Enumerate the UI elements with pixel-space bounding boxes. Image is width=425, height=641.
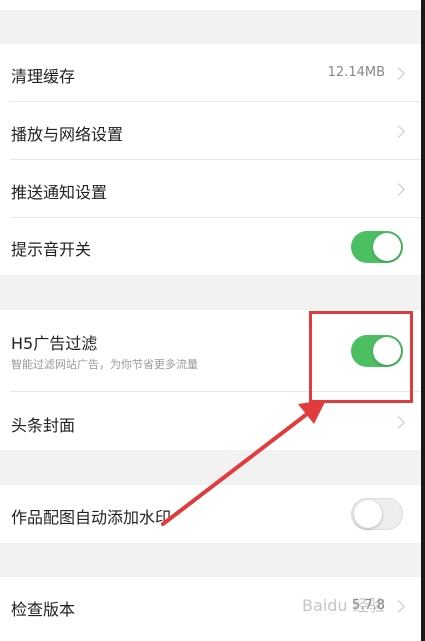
check-version-label: 检查版本 xyxy=(11,600,76,619)
push-notifications-label: 推送通知设置 xyxy=(11,183,108,202)
watermark-toggle-row: 作品配图自动添加水印 xyxy=(0,485,421,543)
chevron-right-icon xyxy=(392,183,405,196)
playback-network-label: 播放与网络设置 xyxy=(11,125,124,144)
sound-toggle-switch[interactable] xyxy=(351,231,403,263)
h5-ad-filter-label: H5广告过滤 xyxy=(11,334,98,353)
sound-toggle-row: 提示音开关 xyxy=(0,218,421,275)
sound-toggle-label: 提示音开关 xyxy=(11,240,92,259)
toggle-knob xyxy=(354,500,382,528)
settings-group-top xyxy=(0,0,421,10)
clear-cache-label: 清理缓存 xyxy=(11,67,76,86)
chevron-right-icon xyxy=(392,125,405,138)
baidu-watermark: Baidu 经验 xyxy=(302,596,385,615)
clear-cache-row[interactable]: 清理缓存 12.14MB xyxy=(0,44,421,102)
chevron-right-icon xyxy=(392,600,405,613)
headline-cover-label: 头条封面 xyxy=(11,416,76,435)
push-notifications-row[interactable]: 推送通知设置 xyxy=(0,160,421,218)
watermark-toggle-label: 作品配图自动添加水印 xyxy=(11,508,172,527)
annotation-highlight-box xyxy=(309,311,413,403)
cache-size-value: 12.14MB xyxy=(327,65,385,80)
settings-group-media: 作品配图自动添加水印 xyxy=(0,485,421,543)
watermark-toggle-switch[interactable] xyxy=(351,498,403,530)
h5-ad-filter-description: 智能过滤网站广告，为你节省更多流量 xyxy=(11,358,198,371)
chevron-right-icon xyxy=(392,416,405,429)
settings-group-general: 清理缓存 12.14MB 播放与网络设置 推送通知设置 提示音开关 xyxy=(0,44,421,275)
toggle-knob xyxy=(373,233,401,261)
playback-network-row[interactable]: 播放与网络设置 xyxy=(0,102,421,160)
screen-edge xyxy=(421,0,425,641)
chevron-right-icon xyxy=(392,67,405,80)
